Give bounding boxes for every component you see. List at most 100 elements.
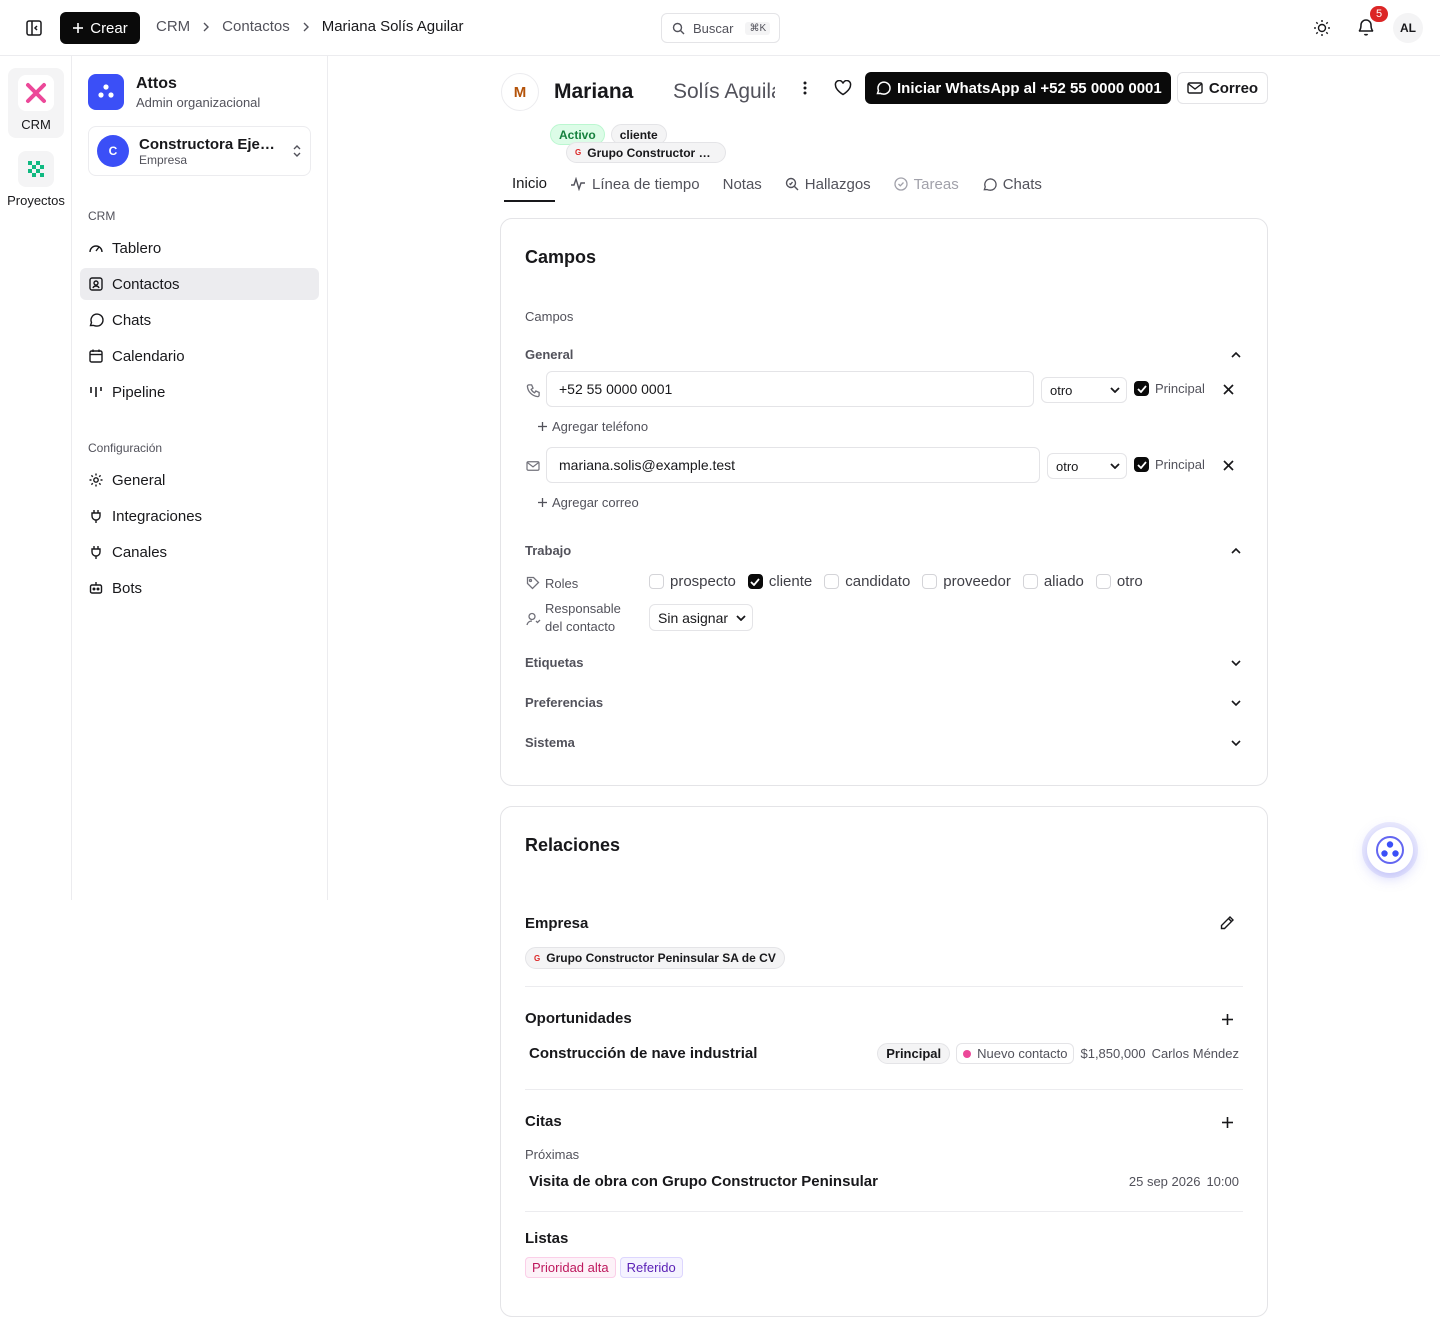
role-option-otro[interactable]: otro [1095,573,1143,590]
sidebar-item-integraciones[interactable]: Integraciones [80,500,319,532]
role-option-cliente[interactable]: cliente [747,573,812,590]
role-option-candidato[interactable]: candidato [824,573,910,590]
sidebar-item-tablero[interactable]: Tablero [80,232,319,264]
search-button[interactable]: Buscar ⌘K [661,13,780,43]
org-name: Attos [136,74,177,92]
start-whatsapp-button[interactable]: Iniciar WhatsApp al +52 55 0000 0001 [865,72,1171,104]
work-section-header[interactable]: Trabajo [525,543,571,558]
roles-options: prospecto cliente candidato proveedor al… [649,573,1143,590]
role-option-proveedor[interactable]: proveedor [922,573,1011,590]
sidebar-item-canales[interactable]: Canales [80,536,319,568]
chevron-down-icon[interactable] [1229,736,1243,750]
phone-type-select[interactable]: otro [1041,377,1127,403]
sidebar-item-general[interactable]: General [80,464,319,496]
opportunity-row[interactable]: Construcción de nave industrial Principa… [529,1043,1239,1064]
role-label: candidato [845,573,911,590]
assistant-fab-button[interactable] [1367,827,1413,873]
tab-label: Tareas [913,175,959,193]
company-switcher[interactable]: C Constructora Ejemplo Empresa [88,126,311,176]
chevron-up-icon[interactable] [1229,348,1243,362]
email-button[interactable]: Correo [1177,72,1268,104]
sidebar-item-label: Calendario [112,347,185,365]
sidebar-toggle-icon[interactable] [24,18,44,38]
checkbox-unchecked-icon [1022,574,1038,589]
add-phone-button[interactable]: Agregar teléfono [537,419,648,434]
gauge-icon [88,240,104,256]
chevron-down-icon[interactable] [1229,696,1243,710]
role-label: otro [1116,573,1143,590]
phone-principal-checkbox[interactable]: Principal [1134,381,1205,396]
sidebar-item-chats[interactable]: Chats [80,304,319,336]
sidebar-item-contactos[interactable]: Contactos [80,268,319,300]
rail-item-projects[interactable]: Proyectos [7,144,65,214]
nav-section-config: Configuración [88,441,163,455]
create-label: Crear [90,19,128,37]
list-tag-referido[interactable]: Referido [619,1257,683,1278]
sidebar-item-label: General [112,471,166,489]
tags-section-header[interactable]: Etiquetas [525,655,584,670]
role-option-prospecto[interactable]: prospecto [649,573,736,590]
chevron-down-icon[interactable] [1229,656,1243,670]
principal-label: Principal [1155,381,1205,396]
email-principal-checkbox[interactable]: Principal [1134,457,1205,472]
pencil-icon[interactable] [1219,915,1235,931]
create-button[interactable]: Crear [60,12,140,44]
chevron-down-icon [1110,463,1120,469]
heart-icon[interactable] [833,78,853,98]
sidebar-item-calendario[interactable]: Calendario [80,340,319,372]
breadcrumb-crm[interactable]: CRM [156,18,190,35]
plus-icon[interactable] [1219,1114,1235,1130]
appointment-row[interactable]: Visita de obra con Grupo Constructor Pen… [529,1173,1239,1190]
pipeline-icon [88,384,104,400]
related-company-tag[interactable]: G Grupo Constructor Peninsular SA de CV [525,947,785,969]
email-input[interactable]: mariana.solis@example.test [546,447,1040,483]
org-header: Attos Admin organizacional [88,74,260,110]
add-email-label: Agregar correo [552,495,639,510]
email-type-select[interactable]: otro [1047,453,1127,479]
sidebar-item-bots[interactable]: Bots [80,572,319,604]
user-icon [525,611,541,627]
more-vertical-icon[interactable] [796,79,814,97]
add-email-button[interactable]: Agregar correo [537,495,639,510]
plus-icon [72,22,84,34]
chevron-right-icon [302,22,310,32]
relations-title: Relaciones [525,835,621,855]
breadcrumb-contacts[interactable]: Contactos [222,18,290,35]
sidebar-item-pipeline[interactable]: Pipeline [80,376,319,408]
sidebar-item-label: Tablero [112,239,162,257]
owner-select[interactable]: Sin asignar [649,604,753,631]
user-avatar[interactable]: AL [1393,13,1423,43]
phone-type-value: otro [1050,382,1073,398]
rail-item-crm[interactable]: CRM [8,68,64,138]
close-icon[interactable] [1221,458,1235,472]
add-phone-label: Agregar teléfono [552,419,649,434]
rail-item-label: Proyectos [7,192,65,208]
system-section-header[interactable]: Sistema [525,735,575,750]
tab-tareas[interactable]: Tareas [886,166,967,202]
breadcrumb-current: Mariana Solís Aguilar [321,18,464,35]
sun-icon[interactable] [1312,18,1332,38]
contact-first-name[interactable]: Mariana [554,80,633,104]
org-role: Admin organizacional [136,94,261,110]
sidebar-item-label: Chats [112,311,152,329]
company-tag-initial: G [534,953,541,963]
tab-linea-de-tiempo[interactable]: Línea de tiempo [562,166,708,202]
tab-hallazgos[interactable]: Hallazgos [777,166,879,202]
role-option-aliado[interactable]: aliado [1022,573,1084,590]
general-section-header[interactable]: General [525,347,573,362]
org-chip[interactable]: G Grupo Constructor Peninsular SA de CV [566,142,726,163]
tab-inicio[interactable]: Inicio [504,166,556,202]
role-label: prospecto [670,573,736,590]
list-tag-prioridad-alta[interactable]: Prioridad alta [525,1257,616,1278]
contact-last-name[interactable]: Solís Aguilar [673,80,775,104]
relations-card: Relaciones Empresa G Grupo Constructor P… [500,806,1268,1317]
phone-input[interactable]: +52 55 0000 0001 [546,371,1034,407]
close-icon[interactable] [1221,382,1235,396]
tab-notas[interactable]: Notas [715,166,770,202]
divider [525,986,1243,987]
preferences-section-header[interactable]: Preferencias [525,695,603,710]
sidebar-item-label: Pipeline [112,383,166,401]
chevron-up-icon[interactable] [1229,544,1243,558]
tab-chats[interactable]: Chats [974,166,1050,202]
plus-icon[interactable] [1219,1011,1235,1027]
